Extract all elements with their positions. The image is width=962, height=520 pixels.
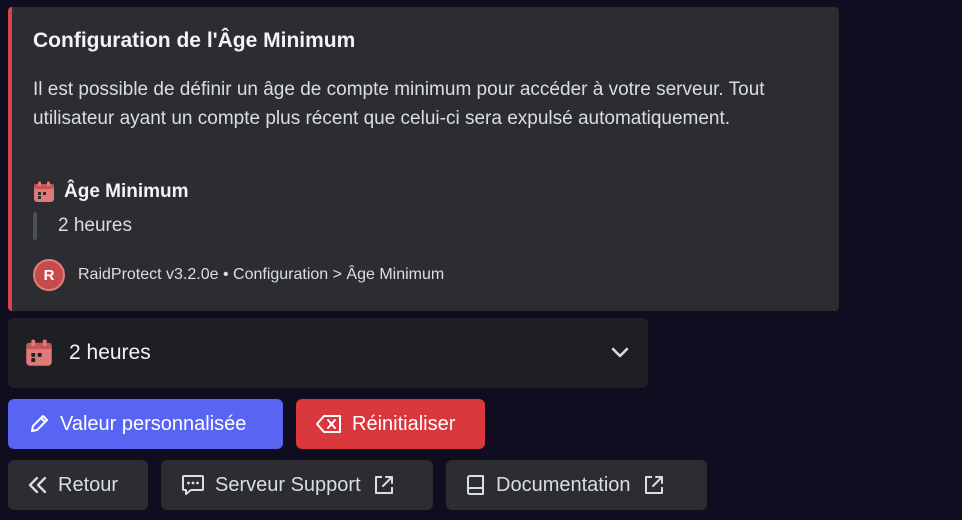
backspace-icon [316, 414, 342, 434]
bot-avatar: R [33, 259, 65, 291]
quote-bar [33, 212, 37, 240]
chevron-down-icon[interactable] [609, 343, 631, 363]
back-button[interactable]: Retour [8, 460, 148, 510]
bot-avatar-letter: R [43, 266, 55, 284]
book-icon [466, 474, 486, 496]
duration-select[interactable]: 2 heures [8, 318, 648, 388]
custom-value-label: Valeur personnalisée [60, 412, 247, 435]
embed-field-value: 2 heures [33, 212, 132, 240]
double-chevron-left-icon [28, 476, 48, 494]
calendar-icon [25, 339, 53, 367]
support-server-label: Serveur Support [215, 473, 361, 496]
reset-label: Réinitialiser [352, 412, 456, 435]
documentation-button[interactable]: Documentation [446, 460, 707, 510]
custom-value-button[interactable]: Valeur personnalisée [8, 399, 283, 449]
embed-field-name: Âge Minimum [33, 179, 189, 205]
embed-title: Configuration de l'Âge Minimum [33, 29, 356, 52]
embed-description: Il est possible de définir un âge de com… [33, 79, 765, 129]
documentation-label: Documentation [496, 473, 631, 496]
external-link-icon [373, 474, 395, 496]
external-link-icon [643, 474, 665, 496]
embed-card: Configuration de l'Âge Minimum Il est po… [8, 7, 839, 311]
select-value: 2 heures [69, 341, 151, 364]
embed-field-value-text: 2 heures [58, 215, 132, 236]
back-label: Retour [58, 473, 119, 496]
embed-footer-text: RaidProtect v3.2.0e • Configuration > Âg… [78, 266, 445, 283]
embed-footer: R RaidProtect v3.2.0e • Configuration > … [33, 259, 444, 291]
calendar-icon [33, 181, 55, 203]
chat-bubble-icon [181, 474, 205, 496]
pencil-icon [28, 413, 50, 435]
reset-button[interactable]: Réinitialiser [296, 399, 485, 449]
support-server-button[interactable]: Serveur Support [161, 460, 433, 510]
embed-field-label: Âge Minimum [64, 181, 189, 202]
